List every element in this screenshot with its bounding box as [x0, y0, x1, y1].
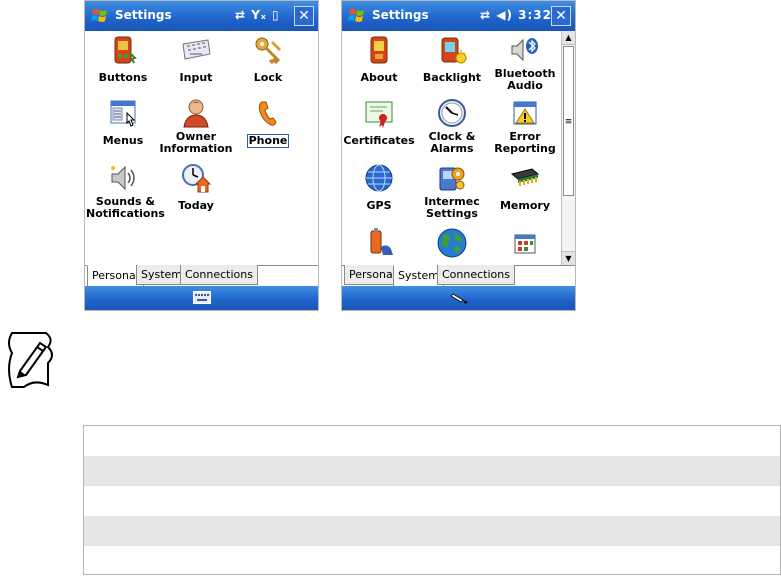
about-icon: [370, 36, 388, 64]
status-icons[interactable]: ⇄ ◀) 3:32: [480, 8, 552, 22]
buttons-icon: [114, 36, 137, 64]
scroll-thumb[interactable]: ≡: [563, 46, 574, 196]
stylus-input-icon[interactable]: [451, 290, 469, 305]
power-icon: [370, 228, 393, 255]
phone-icon: [258, 101, 277, 126]
settings-item-backlight[interactable]: Backlight: [415, 34, 489, 85]
windows-start-icon[interactable]: [348, 7, 366, 25]
table-row: [84, 456, 780, 486]
table-row: [84, 486, 780, 516]
note-pencil-icon: [8, 332, 53, 388]
settings-item-about[interactable]: About: [342, 34, 416, 85]
settings-item-label: Clock & Alarms: [428, 130, 476, 155]
settings-item-label: Lock: [253, 71, 283, 84]
speaker-icon: [111, 165, 135, 191]
close-button[interactable]: ✕: [294, 6, 314, 26]
settings-item-regional[interactable]: [415, 227, 489, 265]
keyboard-icon: [182, 39, 211, 60]
tab-connections[interactable]: Connections: [180, 265, 258, 285]
settings-item-label: Certificates: [343, 134, 415, 147]
error-reporting-icon: [513, 101, 537, 125]
vertical-scrollbar[interactable]: ▲ ≡ ▼: [561, 31, 575, 265]
settings-item-owner-information[interactable]: Owner Information: [159, 97, 233, 156]
keyboard-sip-icon[interactable]: [193, 291, 211, 304]
settings-item-phone[interactable]: Phone: [231, 97, 305, 148]
settings-icon-grid: About Backlight Bluetooth Audio Certific…: [342, 31, 562, 265]
settings-item-label: Error Reporting: [494, 130, 556, 155]
table-row: [84, 516, 780, 546]
window-title: Settings: [115, 8, 172, 22]
settings-item-input[interactable]: Input: [159, 34, 233, 85]
data-table: [83, 425, 781, 575]
scroll-up-arrow-icon[interactable]: ▲: [562, 31, 575, 45]
settings-icon-grid: Buttons Input Lock Menus Owner Informati…: [85, 31, 318, 265]
settings-item-remove-programs[interactable]: [488, 227, 562, 265]
settings-item-label: Backlight: [422, 71, 482, 84]
settings-item-sounds-notifications[interactable]: Sounds & Notifications: [86, 162, 165, 221]
memory-icon: [510, 168, 540, 186]
menus-icon: [110, 100, 136, 127]
keys-icon: [255, 37, 282, 65]
table-row: [84, 426, 780, 456]
settings-screen-personal: Settings ⇄ Yₓ ▯ ✕ Buttons Input Lock Men…: [84, 0, 319, 311]
settings-screen-system: Settings ⇄ ◀) 3:32 ✕ About Backlight Blu…: [341, 0, 576, 311]
title-bar: Settings ⇄ Yₓ ▯ ✕: [85, 1, 318, 31]
scroll-down-arrow-icon[interactable]: ▼: [562, 251, 575, 265]
settings-item-error-reporting[interactable]: Error Reporting: [488, 97, 562, 156]
settings-item-bluetooth-audio[interactable]: Bluetooth Audio: [488, 34, 562, 93]
settings-item-label: Today: [178, 199, 214, 212]
today-icon: [182, 164, 212, 193]
settings-item-label: Menus: [102, 134, 144, 147]
remove-programs-icon: [514, 234, 536, 254]
windows-start-icon[interactable]: [91, 7, 109, 25]
close-button[interactable]: ✕: [551, 6, 571, 26]
regional-globe-icon: [437, 228, 467, 258]
globe-gps-icon: [365, 164, 393, 192]
certificate-icon: [365, 101, 393, 128]
settings-item-power[interactable]: [342, 227, 416, 265]
settings-item-label: Memory: [499, 199, 551, 212]
settings-item-label: About: [360, 71, 398, 84]
backlight-icon: [441, 37, 467, 64]
table-row: [84, 546, 780, 576]
settings-item-label: Input: [179, 71, 213, 84]
tab-bar: Personal System Connections: [85, 265, 318, 288]
settings-item-gps[interactable]: GPS: [342, 162, 416, 213]
settings-item-menus[interactable]: Menus: [86, 97, 160, 148]
clock-icon: [438, 99, 466, 127]
settings-item-clock-alarms[interactable]: Clock & Alarms: [415, 97, 489, 156]
settings-item-today[interactable]: Today: [159, 162, 233, 213]
settings-item-label: Owner Information: [159, 130, 233, 155]
settings-item-label: Bluetooth Audio: [494, 67, 556, 92]
status-icons[interactable]: ⇄ Yₓ ▯: [235, 8, 280, 22]
menu-bar: [342, 286, 575, 310]
settings-item-certificates[interactable]: Certificates: [342, 97, 416, 148]
bluetooth-audio-icon: [511, 38, 538, 62]
title-bar: Settings ⇄ ◀) 3:32 ✕: [342, 1, 575, 31]
settings-item-label: Intermec Settings: [424, 195, 480, 220]
owner-icon: [183, 99, 209, 128]
tab-bar: Personal System Connections: [342, 265, 575, 288]
menu-bar: [85, 286, 318, 310]
settings-item-buttons[interactable]: Buttons: [86, 34, 160, 85]
settings-item-label: Buttons: [98, 71, 148, 84]
intermec-settings-icon: [439, 167, 465, 191]
settings-item-label: Sounds & Notifications: [86, 195, 165, 220]
settings-item-label: GPS: [366, 199, 392, 212]
tab-connections[interactable]: Connections: [437, 265, 515, 285]
settings-item-intermec-settings[interactable]: Intermec Settings: [415, 162, 489, 221]
settings-item-label: Phone: [246, 134, 290, 148]
settings-item-memory[interactable]: Memory: [488, 162, 562, 213]
window-title: Settings: [372, 8, 429, 22]
settings-item-lock[interactable]: Lock: [231, 34, 305, 85]
